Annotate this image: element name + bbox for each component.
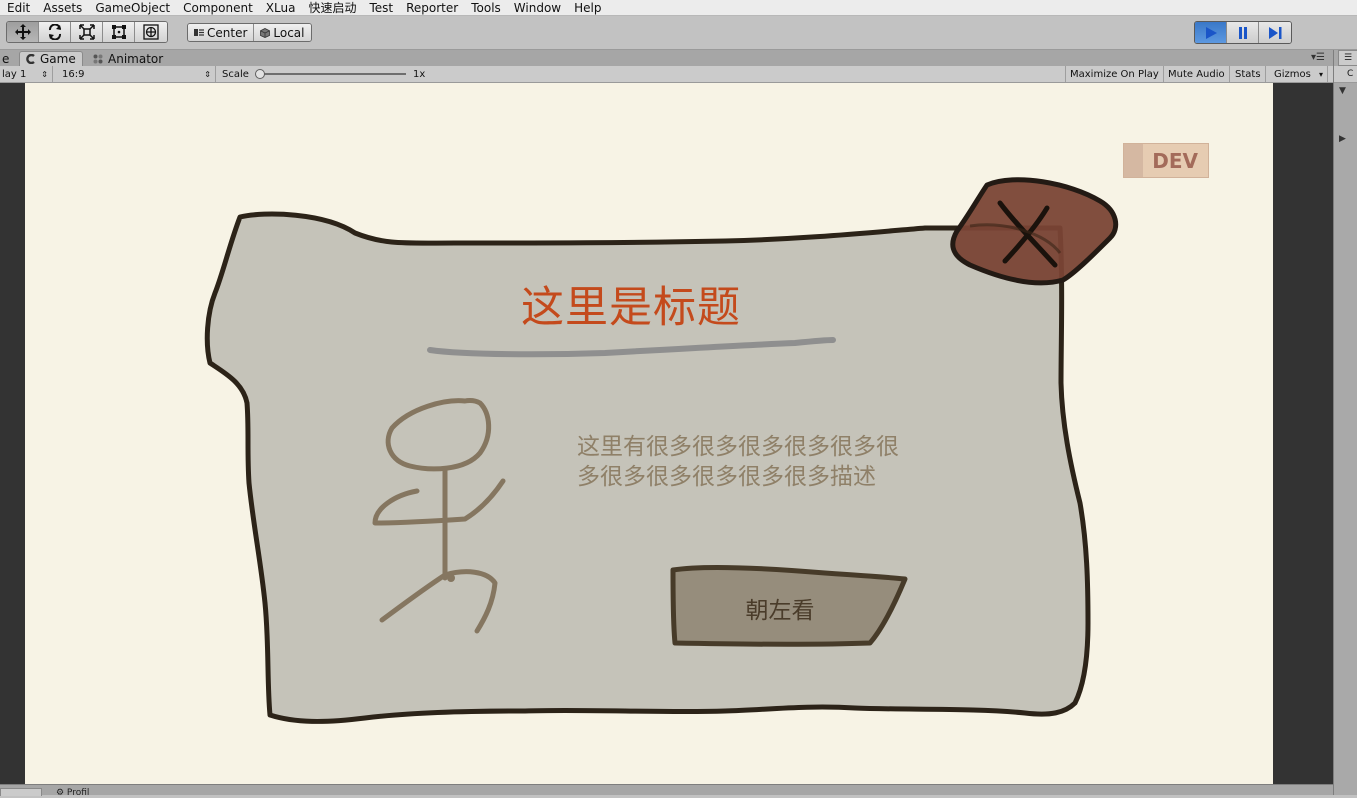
view-tabs: e Game Animator ▾☰ <box>0 50 1333 66</box>
dialog-title: 这里是标题 <box>521 283 741 333</box>
menu-xlua[interactable]: XLua <box>259 1 302 15</box>
menu-reporter[interactable]: Reporter <box>399 1 464 15</box>
tab-game[interactable]: Game <box>19 51 83 66</box>
mute-audio-toggle[interactable]: Mute Audio <box>1164 66 1230 82</box>
step-button[interactable] <box>1259 22 1291 43</box>
scale-label: Scale <box>222 68 249 80</box>
game-view-toolbar: lay 1 ⇕ 16:9 ⇕ Scale 1x Maximize On Play… <box>0 66 1333 83</box>
menu-quick-launch[interactable]: 快速启动 <box>301 1 362 15</box>
aspect-dropdown-icon: ⇕ <box>204 69 211 79</box>
rect-tool-button[interactable] <box>103 22 135 42</box>
tab-animator[interactable]: Animator <box>87 51 169 66</box>
play-controls <box>1194 21 1292 44</box>
pivot-toggle-group: Center Local <box>187 23 312 42</box>
transform-tool-icon <box>143 24 159 40</box>
foldout-expanded-icon[interactable]: ▼ <box>1339 86 1346 96</box>
rotate-tool-button[interactable] <box>39 22 71 42</box>
rotate-icon <box>48 24 61 40</box>
pivot-center-label: Center <box>207 25 248 40</box>
pause-button[interactable] <box>1227 22 1259 43</box>
menu-window[interactable]: Window <box>507 1 567 15</box>
foldout-collapsed-icon[interactable]: ▶ <box>1339 134 1346 144</box>
tab-scene-label: e <box>2 51 10 66</box>
game-view: DEV 这里是标题 这里有很多很多很多很多很多很多很多很多很多很多很多描述 朝左… <box>0 83 1333 784</box>
scale-tool-button[interactable] <box>71 22 103 42</box>
display-dropdown-icon: ⇕ <box>41 69 48 79</box>
bottom-tab-profiler[interactable]: ⚙ Profil <box>56 789 89 798</box>
stats-toggle[interactable]: Stats <box>1231 66 1266 82</box>
tab-scene[interactable]: e <box>0 51 15 66</box>
center-pivot-icon <box>194 29 204 36</box>
inspector-subheader: C <box>1334 66 1357 83</box>
scale-slider-handle[interactable] <box>255 69 265 79</box>
menu-edit[interactable]: Edit <box>0 1 36 15</box>
game-controller-icon <box>26 54 35 64</box>
aspect-select[interactable]: 16:9 ⇕ <box>58 66 216 82</box>
pivot-center-button[interactable]: Center <box>188 24 254 41</box>
close-button[interactable] <box>950 175 1120 287</box>
tab-animator-label: Animator <box>108 51 164 66</box>
dev-badge-label: DEV <box>1152 148 1198 173</box>
play-button[interactable] <box>1195 22 1227 43</box>
move-icon <box>14 24 31 40</box>
local-cube-icon <box>260 27 271 38</box>
display-value: lay 1 <box>2 68 27 80</box>
menu-component[interactable]: Component <box>176 1 259 15</box>
move-tool-button[interactable] <box>7 22 39 42</box>
menu-test[interactable]: Test <box>362 1 399 15</box>
toolbar: Center Local <box>0 16 1357 50</box>
menu-assets[interactable]: Assets <box>36 1 88 15</box>
step-icon <box>1269 26 1282 39</box>
scale-icon <box>78 24 95 40</box>
bottom-panel-tabs: ⚙ Profil <box>0 784 1333 798</box>
display-select[interactable]: lay 1 ⇕ <box>0 66 53 82</box>
look-left-button[interactable]: 朝左看 <box>675 591 885 625</box>
transform-tool-button[interactable] <box>135 22 167 42</box>
pause-icon <box>1238 26 1247 39</box>
gizmos-dropdown[interactable]: Gizmos ▾ <box>1270 66 1328 82</box>
play-icon <box>1205 26 1217 39</box>
transform-tools <box>6 21 168 43</box>
menu-bar: Edit Assets GameObject Component XLua 快速… <box>0 0 1357 16</box>
menu-help[interactable]: Help <box>567 1 607 15</box>
gizmos-label: Gizmos <box>1274 68 1311 80</box>
dialog-description: 这里有很多很多很多很多很多很多很多很多很多很多很多描述 <box>577 434 899 490</box>
menu-gameobject[interactable]: GameObject <box>88 1 176 15</box>
pivot-local-label: Local <box>273 25 305 40</box>
menu-tools[interactable]: Tools <box>464 1 507 15</box>
scale-slider-track[interactable] <box>258 73 406 75</box>
gizmos-dropdown-icon: ▾ <box>1318 69 1323 79</box>
tab-menu-icon[interactable]: ▾☰ <box>1311 52 1325 63</box>
pivot-local-button[interactable]: Local <box>253 24 311 41</box>
dev-badge[interactable]: DEV <box>1123 143 1209 178</box>
tab-game-label: Game <box>40 52 76 66</box>
inspector-tab[interactable]: ☰ <box>1338 50 1357 66</box>
aspect-value: 16:9 <box>62 68 85 80</box>
maximize-on-play-toggle[interactable]: Maximize On Play <box>1065 66 1164 82</box>
inspector-collapsed-strip: ☰ C ▼ ▶ <box>1333 50 1357 795</box>
scale-value: 1x <box>413 68 426 80</box>
game-canvas: DEV 这里是标题 这里有很多很多很多很多很多很多很多很多很多很多很多描述 朝左… <box>25 83 1273 784</box>
look-left-button-label: 朝左看 <box>745 598 815 624</box>
rect-tool-icon <box>111 25 126 39</box>
animator-icon <box>93 54 103 63</box>
